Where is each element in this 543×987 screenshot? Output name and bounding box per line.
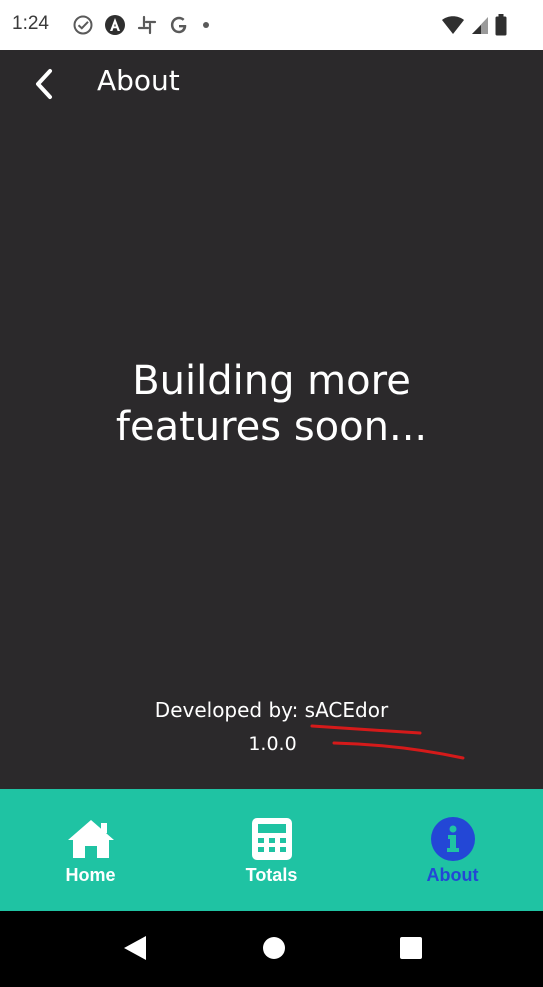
status-notification-icons bbox=[72, 14, 212, 36]
system-navigation-bar bbox=[0, 911, 543, 987]
back-button[interactable] bbox=[30, 66, 62, 102]
signal-icon bbox=[471, 15, 489, 39]
coming-soon-message: Building more features soon... bbox=[0, 358, 543, 450]
info-icon bbox=[427, 817, 479, 861]
nav-label-about: About bbox=[426, 865, 479, 885]
recents-square-icon[interactable] bbox=[399, 935, 423, 965]
developer-name: sACEdor bbox=[304, 698, 389, 722]
dot-icon bbox=[200, 14, 212, 36]
google-icon bbox=[168, 14, 190, 36]
back-triangle-icon[interactable] bbox=[122, 935, 148, 965]
status-system-icons bbox=[441, 14, 507, 40]
page-title: About bbox=[97, 64, 180, 97]
home-circle-icon[interactable] bbox=[262, 935, 286, 965]
nav-label-totals: Totals bbox=[245, 865, 298, 885]
nav-item-home[interactable]: Home bbox=[0, 789, 181, 911]
home-icon bbox=[65, 817, 117, 861]
app-bar: About bbox=[0, 50, 543, 118]
developed-by-label: Developed by: bbox=[154, 698, 299, 722]
nav-item-totals[interactable]: Totals bbox=[181, 789, 362, 911]
bottom-navigation: Home Totals About bbox=[0, 789, 543, 911]
message-line-2: features soon... bbox=[115, 404, 428, 450]
chevron-left-icon bbox=[36, 69, 52, 99]
battery-icon bbox=[495, 14, 507, 40]
calculator-icon bbox=[246, 817, 298, 861]
status-time: 1:24 bbox=[12, 13, 49, 34]
nav-label-home: Home bbox=[65, 865, 116, 885]
message-line-1: Building more bbox=[132, 358, 411, 404]
app-version: 1.0.0 bbox=[248, 733, 297, 755]
angular-icon bbox=[104, 14, 126, 36]
status-bar: 1:24 bbox=[0, 0, 543, 50]
slack-icon bbox=[136, 14, 158, 36]
nav-item-about[interactable]: About bbox=[362, 789, 543, 911]
wifi-icon bbox=[441, 15, 465, 39]
check-circle-icon bbox=[72, 14, 94, 36]
developer-credit: Developed by: sACEdor bbox=[0, 698, 543, 722]
